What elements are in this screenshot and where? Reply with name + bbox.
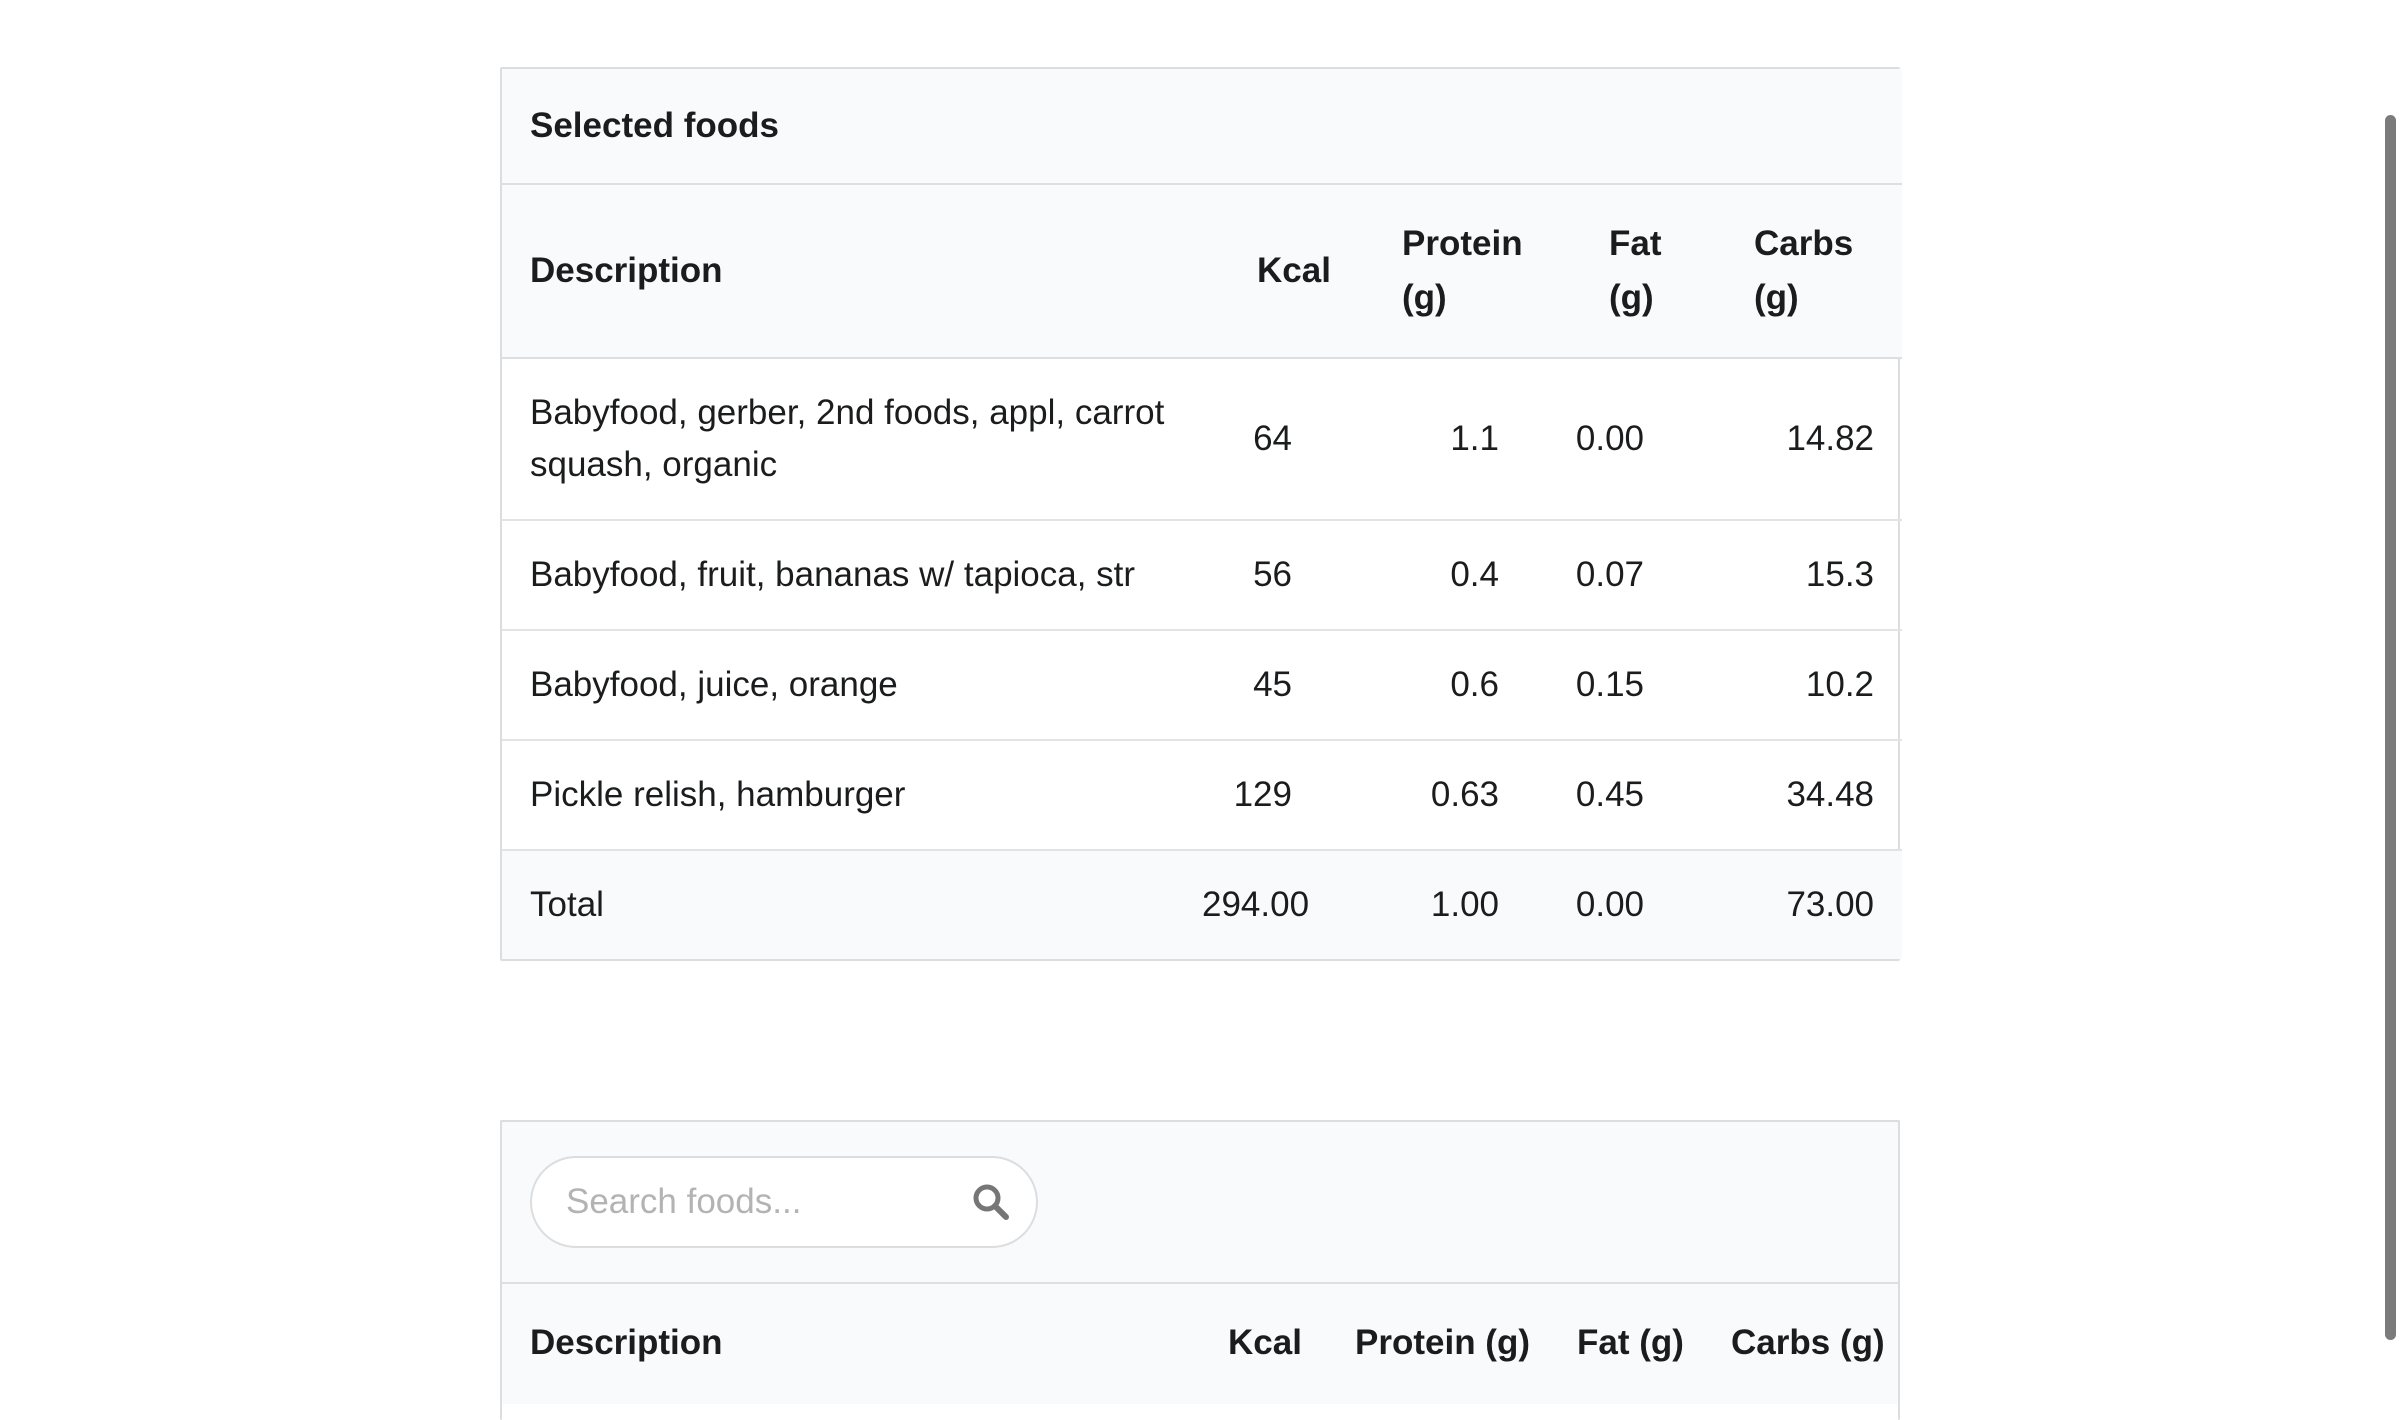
- food-fat: 0.15: [1554, 630, 1699, 741]
- food-description-line: Babyfood, gerber, 2nd foods, appl, carro…: [530, 393, 1165, 432]
- food-carbs: 34.48: [1699, 740, 1903, 851]
- food-fat: 0.00: [1554, 358, 1699, 521]
- column-header-fat-unit: (g): [1609, 278, 1654, 317]
- panel-title-row: Selected foods: [502, 69, 1903, 185]
- results-header-protein[interactable]: Protein (g): [1355, 1323, 1530, 1363]
- food-description: Pickle relish, hamburger: [502, 740, 1202, 851]
- column-header-carbs-unit: (g): [1754, 278, 1799, 317]
- scrollbar-thumb[interactable]: [2385, 115, 2396, 1340]
- column-header-fat-label: Fat: [1609, 224, 1662, 263]
- column-header-kcal[interactable]: Kcal: [1202, 184, 1347, 359]
- table-row[interactable]: Babyfood, fruit, bananas w/ tapioca, str…: [502, 520, 1903, 631]
- food-protein: 0.4: [1347, 520, 1554, 631]
- food-carbs: 10.2: [1699, 630, 1903, 741]
- column-header-protein-label: Protein: [1402, 224, 1523, 263]
- table-row[interactable]: Pickle relish, hamburger 129 0.63 0.45 3…: [502, 740, 1903, 851]
- results-header-carbs[interactable]: Carbs (g): [1731, 1323, 1885, 1363]
- search-icon[interactable]: [972, 1183, 1010, 1221]
- food-protein: 0.63: [1347, 740, 1554, 851]
- selected-foods-panel: Selected foods Description Kcal Protein …: [500, 67, 1903, 961]
- search-header: [502, 1122, 1898, 1284]
- food-protein: 1.1: [1347, 358, 1554, 521]
- food-kcal: 64: [1202, 358, 1347, 521]
- food-fat: 0.07: [1554, 520, 1699, 631]
- food-carbs: 14.82: [1699, 358, 1903, 521]
- table-header-row: Description Kcal Protein (g) Fat (g) Car…: [502, 184, 1903, 359]
- food-description: Babyfood, gerber, 2nd foods, appl, carro…: [502, 358, 1202, 521]
- total-row: Total 294.00 1.00 0.00 73.00: [502, 850, 1903, 959]
- food-kcal: 45: [1202, 630, 1347, 741]
- search-box[interactable]: [530, 1156, 1038, 1248]
- table-row[interactable]: Babyfood, gerber, 2nd foods, appl, carro…: [502, 358, 1903, 521]
- search-foods-panel: Description Kcal Protein (g) Fat (g) Car…: [500, 1120, 1900, 1420]
- results-header-description[interactable]: Description: [530, 1323, 723, 1363]
- column-header-fat[interactable]: Fat (g): [1554, 184, 1699, 359]
- food-description-line: squash, organic: [530, 445, 778, 484]
- table-row[interactable]: Babyfood, juice, orange 45 0.6 0.15 10.2: [502, 630, 1903, 741]
- column-header-description-label: Description: [530, 251, 723, 290]
- food-description: Babyfood, fruit, bananas w/ tapioca, str: [502, 520, 1202, 631]
- search-results-header: Description Kcal Protein (g) Fat (g) Car…: [502, 1284, 1898, 1404]
- food-kcal: 129: [1202, 740, 1347, 851]
- food-carbs: 15.3: [1699, 520, 1903, 631]
- column-header-description[interactable]: Description: [502, 184, 1202, 359]
- total-label: Total: [502, 850, 1202, 959]
- selected-foods-table: Selected foods Description Kcal Protein …: [502, 69, 1903, 959]
- panel-title: Selected foods: [502, 69, 1903, 185]
- food-description: Babyfood, juice, orange: [502, 630, 1202, 741]
- food-protein: 0.6: [1347, 630, 1554, 741]
- results-header-kcal[interactable]: Kcal: [1228, 1323, 1302, 1363]
- food-kcal: 56: [1202, 520, 1347, 631]
- column-header-kcal-label: Kcal: [1257, 251, 1331, 290]
- page-scrollbar[interactable]: [2382, 0, 2400, 1402]
- search-input[interactable]: [566, 1158, 946, 1246]
- food-fat: 0.45: [1554, 740, 1699, 851]
- results-header-fat[interactable]: Fat (g): [1577, 1323, 1684, 1363]
- column-header-carbs-label: Carbs: [1754, 224, 1854, 263]
- total-fat: 0.00: [1554, 850, 1699, 959]
- column-header-protein-unit: (g): [1402, 278, 1447, 317]
- column-header-carbs[interactable]: Carbs (g): [1699, 184, 1903, 359]
- column-header-protein[interactable]: Protein (g): [1347, 184, 1554, 359]
- total-protein: 1.00: [1347, 850, 1554, 959]
- total-carbs: 73.00: [1699, 850, 1903, 959]
- total-kcal: 294.00: [1202, 850, 1347, 959]
